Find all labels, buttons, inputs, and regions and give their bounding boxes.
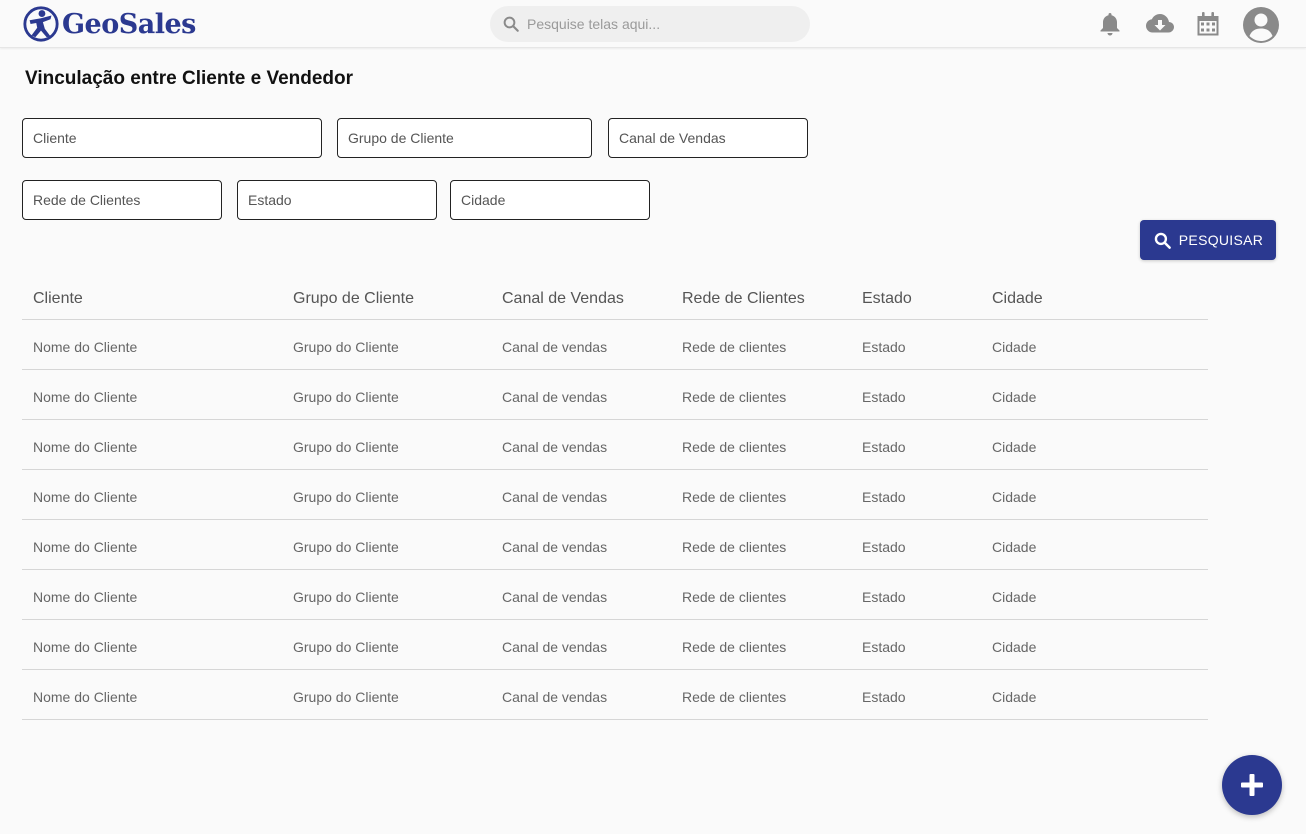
cell-grupo: Grupo do Cliente — [293, 489, 399, 505]
column-header-rede[interactable]: Rede de Clientes — [682, 290, 805, 308]
cell-cidade: Cidade — [992, 639, 1037, 655]
cell-cidade: Cidade — [992, 539, 1037, 555]
cell-cliente: Nome do Cliente — [33, 639, 138, 655]
canal-de-vendas-input[interactable] — [619, 130, 807, 146]
table-row[interactable]: Nome do Cliente Grupo do Cliente Canal de … — [22, 320, 1208, 370]
cell-cidade: Cidade — [992, 389, 1037, 405]
cell-cliente: Nome do Cliente — [33, 489, 138, 505]
cell-grupo: Grupo do Cliente — [293, 589, 399, 605]
table-header: Cliente Grupo de Cliente Canal de Vendas… — [22, 278, 1208, 320]
plus-icon — [1241, 774, 1263, 796]
table-row[interactable]: Nome do Cliente Grupo do Cliente Canal de … — [22, 370, 1208, 420]
cell-canal: Canal de vendas — [502, 339, 608, 355]
table-row[interactable]: Nome do Cliente Grupo do Cliente Canal de … — [22, 620, 1208, 670]
notifications-button[interactable] — [1096, 10, 1124, 38]
cell-canal: Canal de vendas — [502, 389, 608, 405]
cell-rede: Rede de clientes — [682, 439, 787, 455]
cell-grupo: Grupo do Cliente — [293, 389, 399, 405]
logo-mark-icon — [23, 6, 59, 42]
cell-estado: Estado — [862, 439, 906, 455]
cell-cliente: Nome do Cliente — [33, 389, 138, 405]
results-table: Cliente Grupo de Cliente Canal de Vendas… — [22, 278, 1208, 720]
cell-estado: Estado — [862, 689, 906, 705]
cell-canal: Canal de vendas — [502, 639, 608, 655]
pesquisar-button[interactable]: PESQUISAR — [1140, 220, 1276, 260]
cliente-field[interactable] — [22, 118, 322, 158]
cloud-download-icon — [1146, 14, 1174, 33]
avatar[interactable] — [1242, 6, 1280, 44]
cell-cliente: Nome do Cliente — [33, 539, 138, 555]
cell-rede: Rede de clientes — [682, 639, 787, 655]
calendar-icon — [1197, 12, 1219, 36]
cell-cliente: Nome do Cliente — [33, 689, 138, 705]
estado-field[interactable] — [237, 180, 437, 220]
search-icon — [1154, 232, 1171, 249]
cell-rede: Rede de clientes — [682, 589, 787, 605]
cell-grupo: Grupo do Cliente — [293, 689, 399, 705]
brand-name: GeoSales — [62, 8, 196, 40]
cell-rede: Rede de clientes — [682, 489, 787, 505]
screen-search[interactable] — [490, 6, 810, 42]
cidade-field[interactable] — [450, 180, 650, 220]
search-icon — [503, 16, 519, 32]
cell-grupo: Grupo do Cliente — [293, 439, 399, 455]
calendar-button[interactable] — [1194, 10, 1222, 38]
cell-grupo: Grupo do Cliente — [293, 539, 399, 555]
cell-canal: Canal de vendas — [502, 589, 608, 605]
cell-canal: Canal de vendas — [502, 439, 608, 455]
canal-de-vendas-field[interactable] — [608, 118, 808, 158]
cell-cidade: Cidade — [992, 689, 1037, 705]
geosales-logo[interactable]: GeoSales — [22, 5, 196, 43]
column-header-estado[interactable]: Estado — [862, 290, 912, 308]
cell-rede: Rede de clientes — [682, 339, 787, 355]
table-row[interactable]: Nome do Cliente Grupo do Cliente Canal de … — [22, 470, 1208, 520]
cell-estado: Estado — [862, 489, 906, 505]
table-row[interactable]: Nome do Cliente Grupo do Cliente Canal de … — [22, 670, 1208, 720]
cidade-input[interactable] — [461, 192, 649, 208]
table-body: Nome do Cliente Grupo do Cliente Canal de … — [22, 320, 1208, 720]
search-input[interactable] — [527, 16, 797, 32]
cell-grupo: Grupo do Cliente — [293, 339, 399, 355]
page-title: Vinculação entre Cliente e Vendedor — [25, 68, 354, 89]
cell-estado: Estado — [862, 339, 906, 355]
cell-rede: Rede de clientes — [682, 389, 787, 405]
cell-rede: Rede de clientes — [682, 539, 787, 555]
rede-de-clientes-input[interactable] — [33, 192, 221, 208]
cell-canal: Canal de vendas — [502, 489, 608, 505]
table-row[interactable]: Nome do Cliente Grupo do Cliente Canal de … — [22, 420, 1208, 470]
pesquisar-label: PESQUISAR — [1178, 232, 1264, 248]
download-button[interactable] — [1144, 10, 1176, 38]
cell-grupo: Grupo do Cliente — [293, 639, 399, 655]
column-header-cidade[interactable]: Cidade — [992, 290, 1043, 308]
cell-canal: Canal de vendas — [502, 689, 608, 705]
cell-cidade: Cidade — [992, 439, 1037, 455]
cell-cliente: Nome do Cliente — [33, 439, 138, 455]
add-button[interactable] — [1222, 755, 1282, 815]
bell-icon — [1100, 13, 1120, 36]
cell-estado: Estado — [862, 589, 906, 605]
cell-cliente: Nome do Cliente — [33, 339, 138, 355]
cell-cidade: Cidade — [992, 489, 1037, 505]
cell-canal: Canal de vendas — [502, 539, 608, 555]
table-row[interactable]: Nome do Cliente Grupo do Cliente Canal de … — [22, 570, 1208, 620]
column-header-cliente[interactable]: Cliente — [33, 290, 83, 308]
cell-estado: Estado — [862, 639, 906, 655]
cell-cidade: Cidade — [992, 339, 1037, 355]
grupo-de-cliente-field[interactable] — [337, 118, 592, 158]
estado-input[interactable] — [248, 192, 436, 208]
cliente-input[interactable] — [33, 130, 321, 146]
cell-estado: Estado — [862, 539, 906, 555]
column-header-grupo[interactable]: Grupo de Cliente — [293, 290, 414, 308]
cell-rede: Rede de clientes — [682, 689, 787, 705]
table-row[interactable]: Nome do Cliente Grupo do Cliente Canal de … — [22, 520, 1208, 570]
grupo-de-cliente-input[interactable] — [348, 130, 591, 146]
column-header-canal[interactable]: Canal de Vendas — [502, 290, 624, 308]
cell-cidade: Cidade — [992, 589, 1037, 605]
top-bar: GeoSales — [0, 0, 1306, 48]
cell-cliente: Nome do Cliente — [33, 589, 138, 605]
rede-de-clientes-field[interactable] — [22, 180, 222, 220]
cell-estado: Estado — [862, 389, 906, 405]
